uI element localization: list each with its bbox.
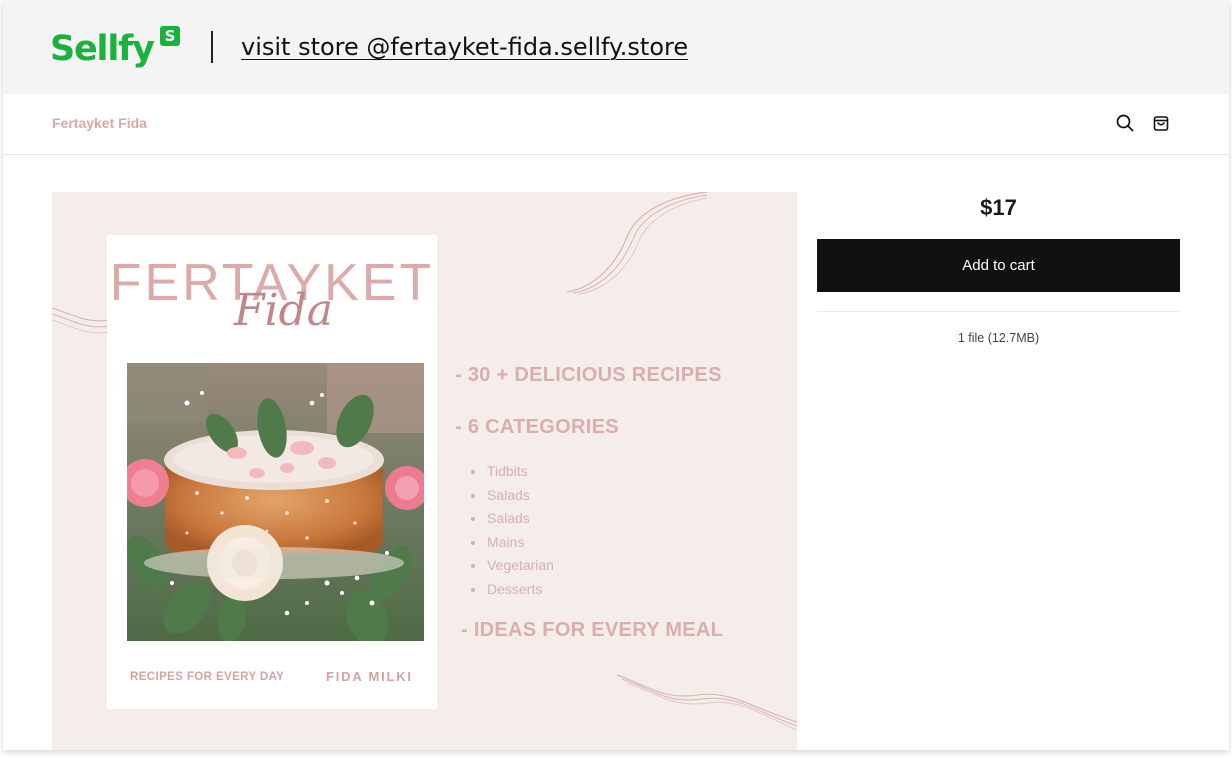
decorative-swirl-bottom: [617, 674, 797, 730]
book-cover: FERTAYKET Fida RECIPES FOR EVERY DAY FID…: [107, 235, 437, 709]
add-to-cart-button[interactable]: Add to cart: [817, 239, 1180, 292]
cake-photo: [127, 363, 424, 641]
book-subtitle: RECIPES FOR EVERY DAY: [130, 671, 285, 683]
category-item: Tidbits: [469, 460, 554, 484]
sellfy-banner: Sellfy S visit store @fertayket-fida.sel…: [3, 0, 1229, 94]
sellfy-logo[interactable]: Sellfy S: [50, 26, 185, 72]
purchase-divider: [817, 311, 1180, 312]
store-header: Fertayket Fida: [3, 94, 1229, 155]
book-script-title: Fida: [234, 285, 333, 336]
product-price: $17: [980, 195, 1017, 220]
search-icon[interactable]: [1115, 113, 1135, 133]
file-info: 1 file (12.7MB): [957, 331, 1040, 345]
book-author: FIDA MILKI: [326, 669, 413, 684]
category-item: Salads: [469, 484, 554, 508]
decorative-swirl-top: [566, 192, 707, 295]
category-item: Vegetarian: [469, 554, 554, 578]
category-item: Desserts: [469, 578, 554, 602]
sellfy-logo-text: Sellfy: [50, 29, 155, 69]
decorative-swirl-left: [52, 307, 111, 334]
store-name-link[interactable]: Fertayket Fida: [52, 114, 147, 132]
banner-divider: [211, 31, 213, 63]
visit-store-link[interactable]: visit store @fertayket-fida.sellfy.store: [241, 30, 688, 64]
feature-categories: - 6 CATEGORIES: [455, 416, 619, 438]
browser-frame: Sellfy S visit store @fertayket-fida.sel…: [3, 0, 1229, 750]
feature-ideas: - IDEAS FOR EVERY MEAL: [461, 619, 724, 641]
feature-recipes: - 30 + DELICIOUS RECIPES: [455, 364, 722, 386]
sellfy-logo-badge: S: [160, 26, 180, 46]
category-item: Salads: [469, 507, 554, 531]
category-item: Mains: [469, 531, 554, 555]
cart-icon[interactable]: [1151, 113, 1171, 133]
product-image[interactable]: FERTAYKET Fida RECIPES FOR EVERY DAY FID…: [52, 192, 797, 750]
category-list: Tidbits Salads Salads Mains Vegetarian D…: [469, 460, 554, 602]
